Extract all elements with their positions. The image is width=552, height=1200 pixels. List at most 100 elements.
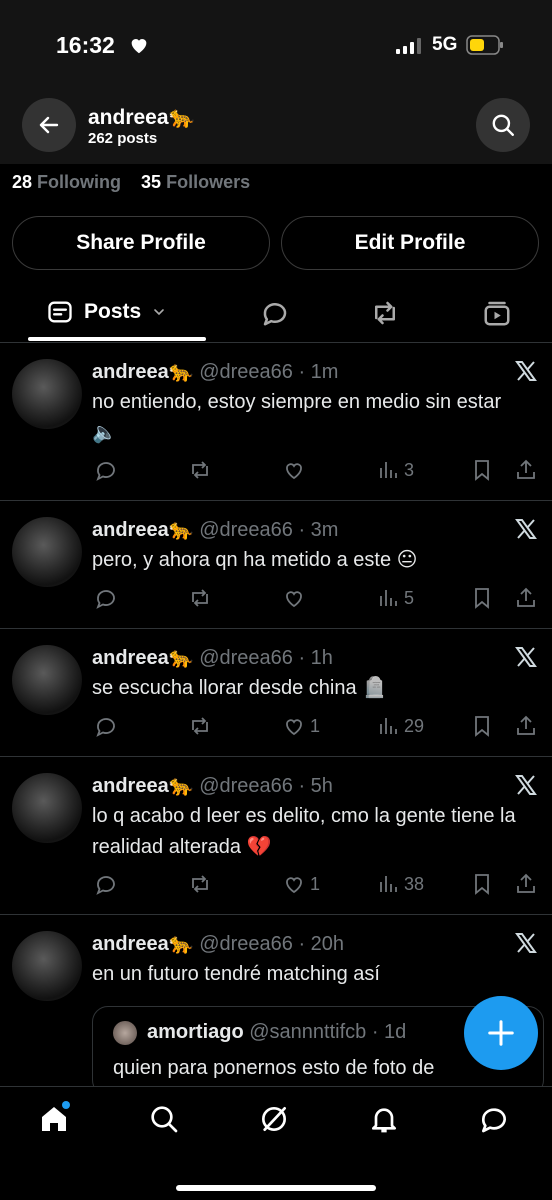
repost-button[interactable] bbox=[188, 713, 212, 739]
like-button[interactable]: 1 bbox=[282, 871, 320, 897]
tweet-item[interactable]: andreea🐆 @dreea66 · 3m pero, y ahora qn … bbox=[0, 500, 552, 628]
tweet-header: andreea🐆 @dreea66 · 1m bbox=[92, 359, 338, 384]
views-button[interactable]: 3 bbox=[376, 457, 414, 483]
tweet-item[interactable]: andreea🐆 @dreea66 · 1h se escucha llorar… bbox=[0, 628, 552, 756]
repost-icon bbox=[192, 461, 208, 479]
reply-icon bbox=[96, 876, 115, 895]
compose-button[interactable] bbox=[464, 996, 538, 1070]
bookmark-icon bbox=[475, 874, 489, 895]
share-icon bbox=[517, 459, 535, 479]
tweet-actions: 3 bbox=[92, 457, 544, 483]
view-count: 29 bbox=[404, 715, 425, 736]
views-button[interactable]: 29 bbox=[376, 713, 424, 739]
quote-handle-time: @sannnttifcb · 1d bbox=[249, 1021, 407, 1043]
reply-button[interactable] bbox=[94, 713, 118, 739]
tweet-header: andreea🐆 @dreea66 · 3m bbox=[92, 517, 338, 542]
avatar[interactable] bbox=[12, 517, 82, 587]
views-icon bbox=[380, 462, 397, 478]
views-button[interactable]: 5 bbox=[376, 585, 414, 611]
signal-icon bbox=[396, 38, 421, 54]
header-post-count: 262 posts bbox=[88, 130, 158, 147]
repost-button[interactable] bbox=[188, 871, 212, 897]
views-icon bbox=[380, 718, 397, 734]
heart-outline-icon bbox=[286, 877, 302, 894]
tweet-handle-time: @dreea66 · 1m bbox=[199, 361, 339, 383]
like-count: 1 bbox=[310, 715, 321, 736]
reply-button[interactable] bbox=[94, 457, 118, 483]
like-button[interactable] bbox=[282, 585, 310, 611]
repost-button[interactable] bbox=[188, 457, 212, 483]
share-button[interactable] bbox=[514, 585, 538, 611]
tweet-item[interactable]: andreea🐆 @dreea66 · 1m no entiendo, esto… bbox=[0, 342, 552, 500]
following-link[interactable]: 28 Following bbox=[12, 172, 121, 192]
share-icon bbox=[517, 873, 535, 893]
notifications-icon[interactable] bbox=[368, 1103, 400, 1135]
followers-link[interactable]: 35 Followers bbox=[141, 172, 250, 192]
repost-icon bbox=[192, 589, 208, 607]
quote-avatar bbox=[113, 1021, 137, 1045]
x-logo-icon bbox=[515, 647, 537, 667]
status-time: 16:32 bbox=[56, 32, 115, 58]
share-button[interactable] bbox=[514, 871, 538, 897]
tab-posts[interactable]: Posts bbox=[46, 298, 167, 326]
edit-profile-button[interactable]: Edit Profile bbox=[281, 216, 539, 270]
view-count: 38 bbox=[404, 873, 425, 894]
profile-header: andreea🐆 262 posts bbox=[0, 92, 552, 164]
bookmark-button[interactable] bbox=[470, 457, 494, 483]
tweet-header: andreea🐆 @dreea66 · 1h bbox=[92, 645, 333, 670]
tweet-handle-time: @dreea66 · 5h bbox=[199, 775, 333, 797]
heart-icon bbox=[131, 39, 147, 54]
back-arrow-icon bbox=[39, 116, 59, 134]
tweet-header: andreea🐆 @dreea66 · 5h bbox=[92, 773, 333, 798]
like-count: 1 bbox=[310, 873, 321, 894]
views-button[interactable]: 38 bbox=[376, 871, 424, 897]
tab-reposts-icon[interactable] bbox=[370, 298, 400, 328]
tweet-text: lo q acabo d leer es delito, cmo la gent… bbox=[92, 805, 516, 858]
network-label: 5G bbox=[432, 34, 458, 55]
posts-icon bbox=[48, 301, 72, 323]
notification-dot bbox=[62, 1101, 70, 1109]
following-count: 28 bbox=[12, 172, 33, 192]
share-icon bbox=[517, 715, 535, 735]
plus-icon bbox=[488, 1020, 514, 1046]
share-profile-button[interactable]: Share Profile bbox=[12, 216, 270, 270]
quote-author: amortiago bbox=[147, 1021, 244, 1043]
tab-replies-icon[interactable] bbox=[260, 298, 290, 328]
tweet-handle-time: @dreea66 · 3m bbox=[199, 519, 339, 541]
tweet-actions: 1 29 bbox=[92, 713, 544, 739]
bookmark-button[interactable] bbox=[470, 713, 494, 739]
search-button[interactable] bbox=[476, 98, 530, 152]
tweet-text: se escucha llorar desde china 🪦 bbox=[92, 677, 388, 699]
reply-button[interactable] bbox=[94, 585, 118, 611]
tab-posts-label: Posts bbox=[84, 300, 142, 323]
bookmark-button[interactable] bbox=[470, 585, 494, 611]
heart-outline-icon bbox=[286, 719, 302, 736]
share-button[interactable] bbox=[514, 457, 538, 483]
grok-icon[interactable] bbox=[258, 1103, 290, 1135]
avatar[interactable] bbox=[12, 359, 82, 429]
messages-icon[interactable] bbox=[478, 1103, 510, 1135]
tab-media-icon[interactable] bbox=[482, 298, 512, 328]
reply-button[interactable] bbox=[94, 871, 118, 897]
avatar[interactable] bbox=[12, 645, 82, 715]
header-name: andreea🐆 bbox=[88, 106, 195, 129]
tweet-actions: 1 38 bbox=[92, 871, 544, 897]
bookmark-button[interactable] bbox=[470, 871, 494, 897]
avatar[interactable] bbox=[12, 931, 82, 1001]
search-icon[interactable] bbox=[148, 1103, 180, 1135]
reply-icon bbox=[96, 718, 115, 737]
view-count: 5 bbox=[404, 587, 415, 608]
tweet-handle-time: @dreea66 · 20h bbox=[199, 933, 345, 955]
back-button[interactable] bbox=[22, 98, 76, 152]
quote-text: quien para ponernos esto de foto de bbox=[113, 1057, 435, 1079]
reply-icon bbox=[96, 462, 115, 481]
tweet-author: andreea🐆 bbox=[92, 933, 194, 955]
avatar[interactable] bbox=[12, 773, 82, 843]
like-button[interactable]: 1 bbox=[282, 713, 320, 739]
tweet-text: pero, y ahora qn ha metido a este 😐 bbox=[92, 549, 418, 571]
like-button[interactable] bbox=[282, 457, 310, 483]
share-button[interactable] bbox=[514, 713, 538, 739]
tweet-item[interactable]: andreea🐆 @dreea66 · 5h lo q acabo d leer… bbox=[0, 756, 552, 914]
repost-button[interactable] bbox=[188, 585, 212, 611]
heart-outline-icon bbox=[286, 463, 302, 480]
